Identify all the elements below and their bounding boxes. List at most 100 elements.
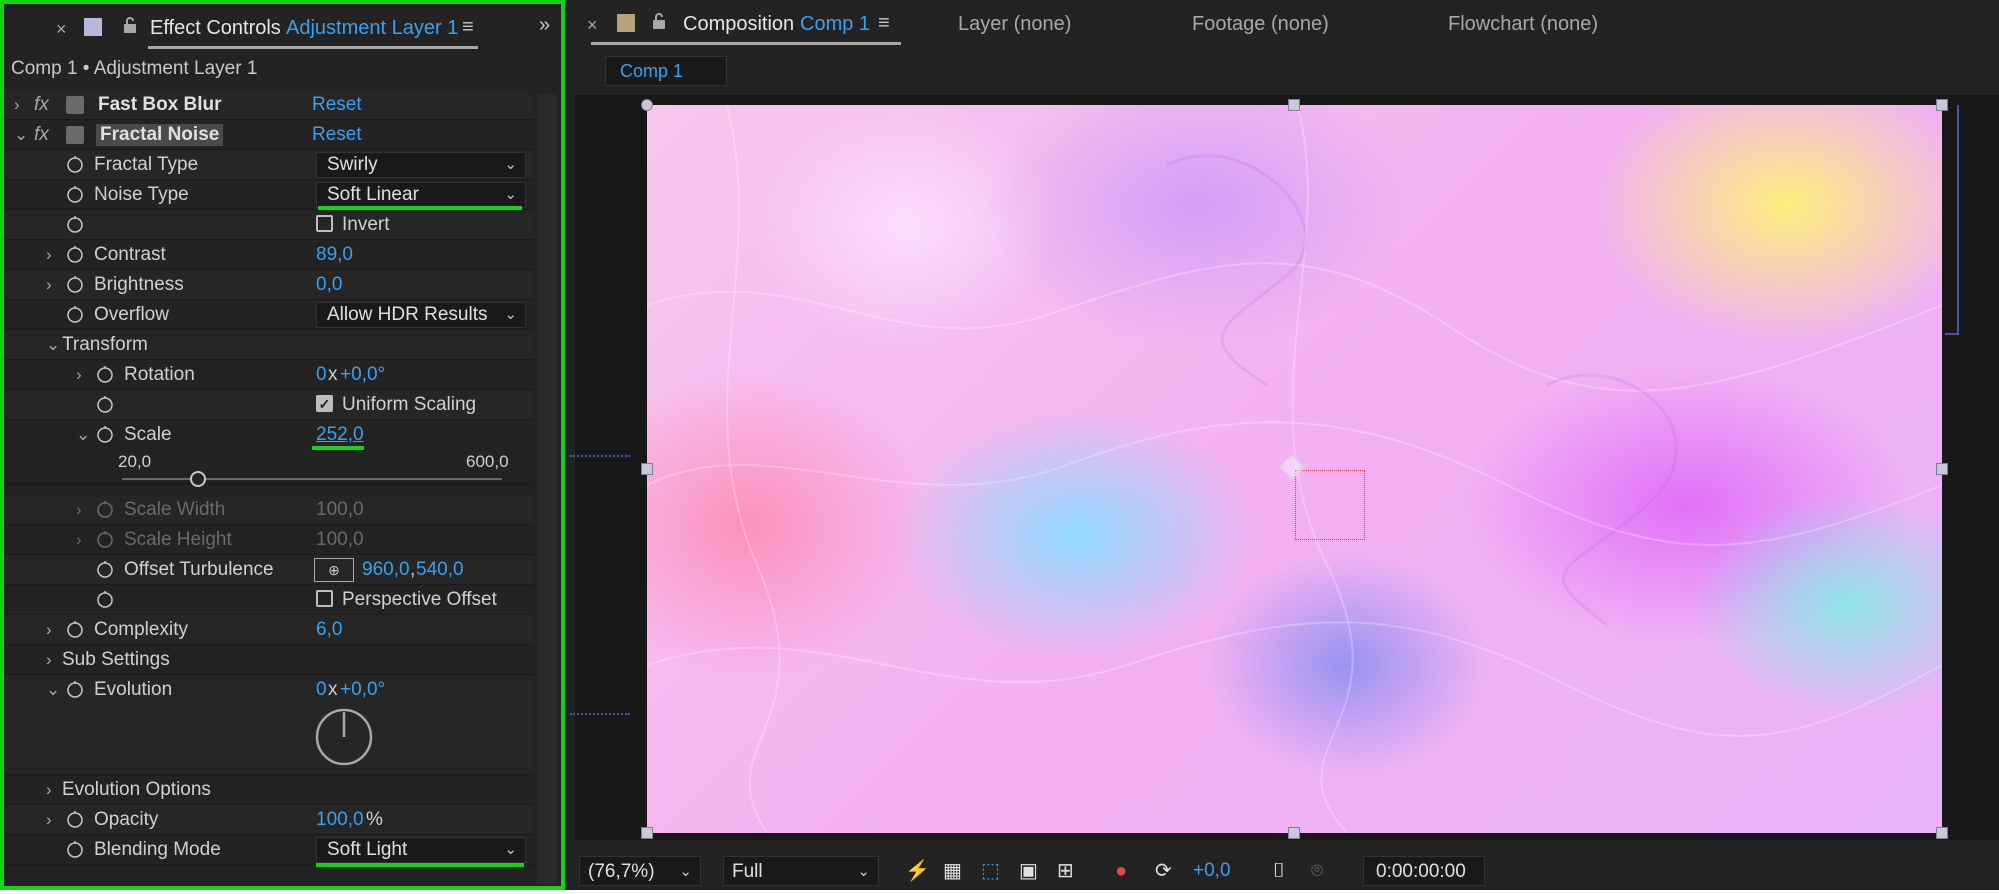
show-snapshot-icon[interactable]: ⌾ xyxy=(1311,856,1323,886)
region-of-interest-icon[interactable]: ▣ xyxy=(1019,856,1038,886)
reset-button[interactable]: Reset xyxy=(312,124,362,146)
offset-y-value[interactable]: 540,0 xyxy=(416,559,464,581)
opacity-value[interactable]: 100,0 xyxy=(316,809,364,831)
angle-dial[interactable] xyxy=(314,707,374,767)
noise-type-dropdown[interactable]: Soft Linear ⌄ xyxy=(316,182,526,208)
scale-slider-track[interactable] xyxy=(122,478,502,480)
chevron-right-icon[interactable]: › xyxy=(46,650,52,670)
panel-menu-icon[interactable]: ≡ xyxy=(878,12,890,35)
chevron-right-icon[interactable]: › xyxy=(46,620,52,640)
brightness-value[interactable]: 0,0 xyxy=(316,274,342,296)
comp-navigator-tab[interactable]: Comp 1 xyxy=(605,56,727,86)
stopwatch-icon[interactable] xyxy=(66,215,84,233)
chevron-down-icon[interactable]: ⌄ xyxy=(46,680,60,700)
composition-viewer[interactable] xyxy=(570,95,1999,840)
stopwatch-icon[interactable] xyxy=(96,365,114,383)
stopwatch-icon[interactable] xyxy=(66,305,84,323)
composition-tab-comp[interactable]: Comp 1 xyxy=(800,13,870,36)
stopwatch-icon[interactable] xyxy=(96,560,114,578)
snapshot-icon[interactable]: ⌷ xyxy=(1273,856,1285,886)
reset-button[interactable]: Reset xyxy=(312,94,362,116)
corner-handle[interactable] xyxy=(1936,99,1948,111)
corner-handle[interactable] xyxy=(641,827,653,839)
stopwatch-icon[interactable] xyxy=(66,680,84,698)
corner-handle[interactable] xyxy=(641,99,653,111)
uniform-scaling-checkbox[interactable]: ✓ xyxy=(316,395,333,412)
contrast-value[interactable]: 89,0 xyxy=(316,244,353,266)
edge-handle[interactable] xyxy=(1936,463,1948,475)
transparency-grid-icon[interactable]: ▦ xyxy=(943,856,962,886)
fx-icon[interactable]: fx xyxy=(34,124,49,146)
fast-previews-icon[interactable]: ⚡ xyxy=(905,856,930,886)
group-transform[interactable]: ⌄ Transform xyxy=(4,330,534,360)
overflow-dropdown[interactable]: Allow HDR Results ⌄ xyxy=(316,302,526,328)
evolution-revolutions[interactable]: 0 xyxy=(316,679,327,701)
scrollbar[interactable] xyxy=(537,94,557,884)
chevron-down-icon[interactable]: ⌄ xyxy=(76,425,90,445)
stopwatch-icon[interactable] xyxy=(96,590,114,608)
stopwatch-icon[interactable] xyxy=(66,185,84,203)
perspective-offset-checkbox[interactable] xyxy=(316,590,333,607)
grid-guides-icon[interactable]: ⊞ xyxy=(1057,856,1074,886)
close-tab-icon[interactable]: × xyxy=(587,15,598,36)
composition-tab-label[interactable]: Composition xyxy=(683,13,794,36)
chevron-right-icon[interactable]: › xyxy=(76,365,82,385)
exposure-value[interactable]: +0,0 xyxy=(1193,856,1231,886)
stopwatch-icon[interactable] xyxy=(66,620,84,638)
lock-icon[interactable] xyxy=(122,16,138,39)
crosshair-icon[interactable]: ⊕ xyxy=(314,558,354,582)
effect-row-fast-box-blur[interactable]: › fx Fast Box Blur Reset xyxy=(4,90,534,120)
fx-icon[interactable]: fx xyxy=(34,94,49,116)
group-sub-settings[interactable]: › Sub Settings xyxy=(4,645,534,675)
edge-handle[interactable] xyxy=(1288,827,1300,839)
scale-value[interactable]: 252,0 xyxy=(316,424,364,446)
complexity-value[interactable]: 6,0 xyxy=(316,619,342,641)
effect-controls-layer-name[interactable]: Adjustment Layer 1 xyxy=(286,17,458,40)
edge-handle[interactable] xyxy=(1288,99,1300,111)
stopwatch-icon[interactable] xyxy=(96,395,114,413)
timecode-field[interactable]: 0:00:00:00 xyxy=(1363,856,1485,886)
stopwatch-icon[interactable] xyxy=(66,155,84,173)
stopwatch-icon[interactable] xyxy=(66,275,84,293)
color-channels-icon[interactable]: ● xyxy=(1115,856,1127,886)
chevron-down-icon[interactable]: ⌄ xyxy=(46,335,60,355)
resolution-dropdown[interactable]: Full ⌄ xyxy=(723,856,879,886)
mask-visibility-icon[interactable]: ⬚ xyxy=(981,856,1000,886)
chevron-right-icon[interactable]: › xyxy=(46,275,52,295)
invert-checkbox[interactable] xyxy=(316,215,333,232)
chevron-right-icon[interactable]: › xyxy=(46,245,52,265)
rotation-degrees[interactable]: +0,0° xyxy=(340,364,385,386)
effect-row-fractal-noise[interactable]: ⌄ fx Fractal Noise Reset xyxy=(4,120,534,150)
offset-x-value[interactable]: 960,0 xyxy=(362,559,410,581)
stopwatch-icon[interactable] xyxy=(66,245,84,263)
scale-slider-handle[interactable] xyxy=(190,471,206,487)
chevron-down-icon[interactable]: ⌄ xyxy=(14,125,28,145)
edge-handle[interactable] xyxy=(641,463,653,475)
evolution-degrees[interactable]: +0,0° xyxy=(340,679,385,701)
tab-layer[interactable]: Layer (none) xyxy=(958,13,1071,36)
panel-menu-icon[interactable]: ≡ xyxy=(462,16,474,39)
composition-canvas[interactable] xyxy=(647,105,1942,833)
blending-mode-dropdown[interactable]: Soft Light ⌄ xyxy=(316,837,526,863)
stopwatch-icon[interactable] xyxy=(96,425,114,443)
corner-handle[interactable] xyxy=(1936,827,1948,839)
chevron-right-icon[interactable]: › xyxy=(46,810,52,830)
fractal-type-dropdown[interactable]: Swirly ⌄ xyxy=(316,152,526,178)
reset-exposure-icon[interactable]: ⟳ xyxy=(1155,856,1172,886)
rotation-revolutions[interactable]: 0 xyxy=(316,364,327,386)
stopwatch-icon[interactable] xyxy=(66,840,84,858)
chevron-right-icon[interactable]: › xyxy=(14,95,20,115)
tab-footage[interactable]: Footage (none) xyxy=(1192,13,1329,36)
panel-overflow-icon[interactable]: » xyxy=(539,14,550,37)
tab-flowchart[interactable]: Flowchart (none) xyxy=(1448,13,1598,36)
effect-controls-tab-label[interactable]: Effect Controls xyxy=(150,17,281,40)
close-tab-icon[interactable]: × xyxy=(56,19,67,40)
chevron-right-icon[interactable]: › xyxy=(76,530,82,550)
group-evolution-options[interactable]: › Evolution Options xyxy=(4,775,534,805)
chevron-right-icon[interactable]: › xyxy=(76,500,82,520)
effect-preset-icon xyxy=(66,126,84,144)
lock-icon[interactable] xyxy=(651,12,667,35)
chevron-right-icon[interactable]: › xyxy=(46,780,52,800)
zoom-dropdown[interactable]: (76,7%) ⌄ xyxy=(579,856,701,886)
stopwatch-icon[interactable] xyxy=(66,810,84,828)
